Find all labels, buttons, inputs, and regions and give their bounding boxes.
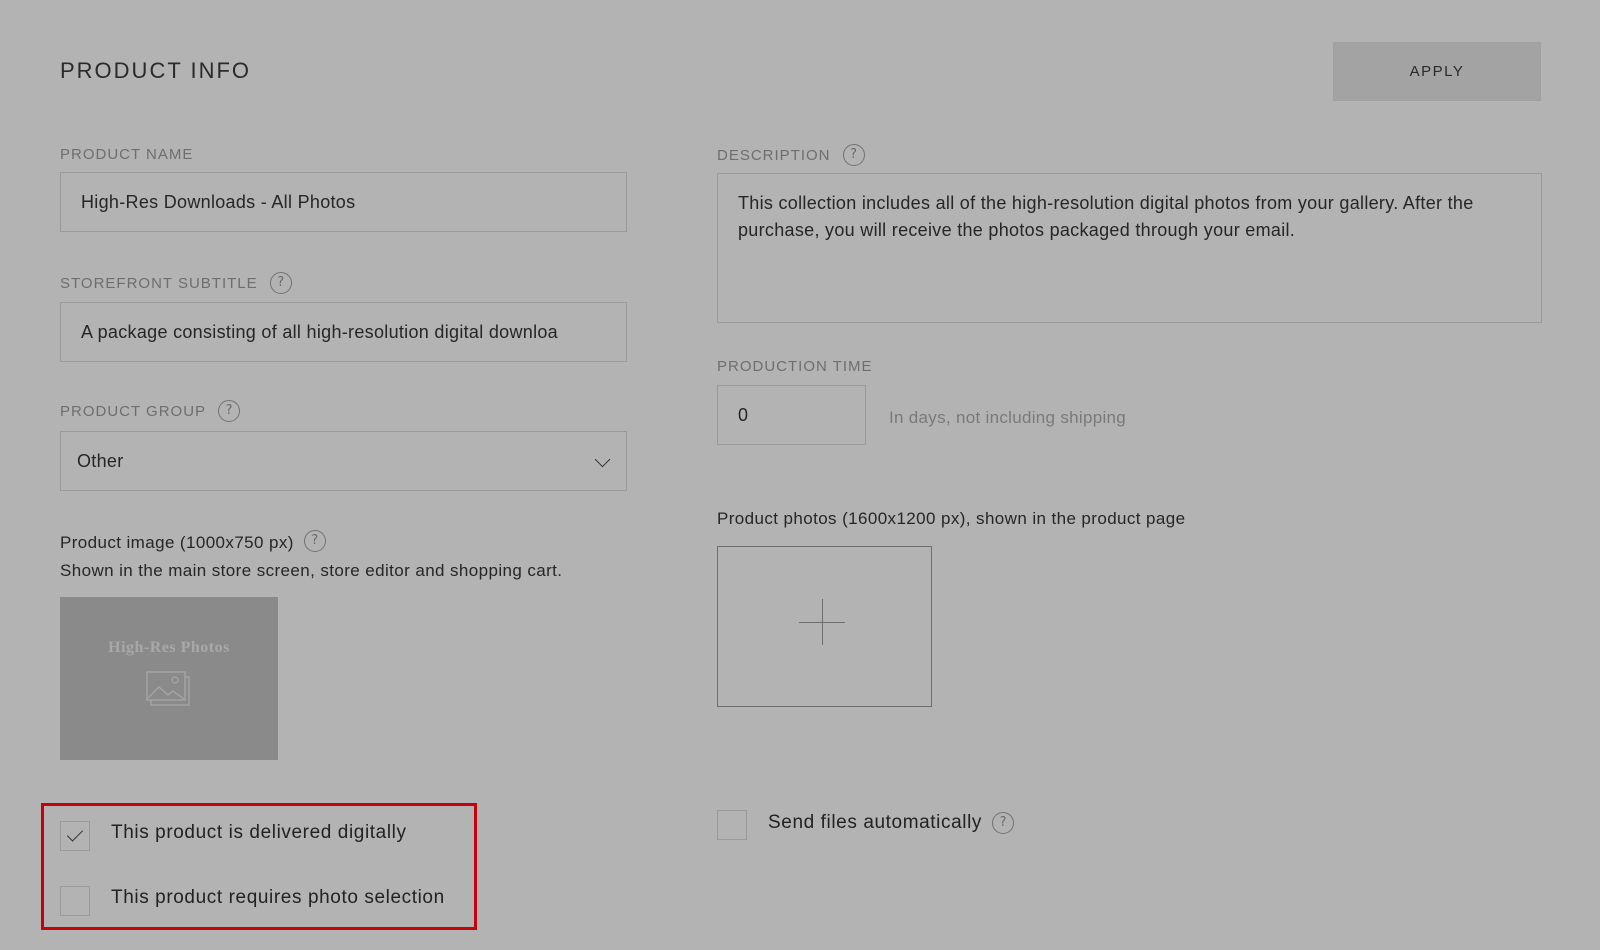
description-label: DESCRIPTION ? <box>717 143 865 167</box>
page-title: PRODUCT INFO <box>60 58 252 83</box>
help-icon[interactable]: ? <box>992 812 1015 834</box>
product-group-value: Other <box>77 450 124 471</box>
image-icon <box>146 671 190 706</box>
help-icon[interactable]: ? <box>842 144 865 166</box>
highlight-box <box>41 803 477 930</box>
storefront-subtitle-label: STOREFRONT SUBTITLE ? <box>60 271 292 295</box>
production-time-input[interactable]: 0 <box>717 385 866 445</box>
help-icon[interactable]: ? <box>269 272 292 294</box>
product-photos-label: Product photos (1600x1200 px), shown in … <box>717 509 1186 528</box>
send-files-automatically-row: Send files automatically ? <box>768 812 1015 834</box>
product-group-select[interactable]: Other <box>60 431 627 491</box>
storefront-subtitle-input[interactable]: A package consisting of all high-resolut… <box>60 302 627 362</box>
apply-button[interactable]: APPLY <box>1333 42 1541 101</box>
description-textarea[interactable]: This collection includes all of the high… <box>717 173 1542 323</box>
add-photo-button[interactable] <box>717 546 932 707</box>
help-icon[interactable]: ? <box>218 400 241 422</box>
product-group-label: PRODUCT GROUP ? <box>60 399 241 423</box>
product-image-note: Shown in the main store screen, store ed… <box>60 561 563 580</box>
production-time-hint: In days, not including shipping <box>889 408 1127 427</box>
production-time-label: PRODUCTION TIME <box>717 357 873 375</box>
product-name-input[interactable]: High-Res Downloads - All Photos <box>60 172 627 232</box>
product-name-label: PRODUCT NAME <box>60 145 194 163</box>
send-files-automatically-label[interactable]: Send files automatically <box>768 812 982 834</box>
help-icon[interactable]: ? <box>303 530 326 552</box>
product-image-label-row: Product image (1000x750 px) ? <box>60 530 326 555</box>
chevron-down-icon <box>594 451 611 468</box>
product-image-label: Product image (1000x750 px) <box>60 533 294 552</box>
send-files-automatically-checkbox[interactable] <box>717 810 747 840</box>
product-image-thumbnail[interactable]: High-Res Photos <box>60 597 278 760</box>
thumbnail-text: High-Res Photos <box>108 639 230 656</box>
